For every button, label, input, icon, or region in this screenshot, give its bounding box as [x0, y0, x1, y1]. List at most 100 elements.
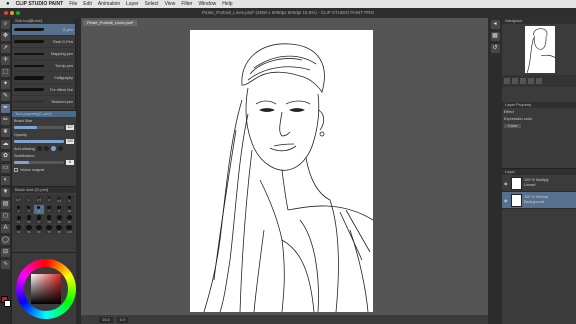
history-icon[interactable]: ↺: [490, 44, 500, 53]
menu-file[interactable]: File: [69, 1, 77, 7]
brush-size-preset[interactable]: 17: [34, 215, 44, 224]
zoom-tool-icon[interactable]: ⌕: [1, 20, 10, 29]
zoom-in-icon[interactable]: [504, 78, 510, 84]
menu-help[interactable]: Help: [222, 1, 232, 7]
airbrush-tool-icon[interactable]: ☁: [1, 140, 10, 149]
subtool-item-mapping-pen[interactable]: Mapping pen: [12, 48, 75, 60]
brush-size-preset[interactable]: 2: [44, 195, 54, 204]
subtool-item-turnip-pen[interactable]: Turnip pen: [12, 60, 75, 72]
balloon-tool-icon[interactable]: ◯: [1, 236, 10, 245]
brush-tool-icon[interactable]: ❦: [1, 128, 10, 137]
brush-size-preset[interactable]: 100: [64, 225, 74, 234]
opacity-slider[interactable]: [14, 140, 64, 143]
subtool-item-textured-pen[interactable]: Textured pen: [12, 96, 75, 108]
zoom-window-button[interactable]: [16, 11, 20, 15]
flip-icon[interactable]: [536, 78, 542, 84]
brush-size-preset[interactable]: 20: [44, 215, 54, 224]
canvas-area[interactable]: Pirate_Portrait_Lines.psd* 15.5 0.0: [81, 18, 488, 324]
brush-size-preset[interactable]: 0.7: [14, 195, 24, 204]
brush-size-label: 17: [37, 219, 41, 224]
window-titlebar: Pirate_Portrait_Lines.psd* (4500 x 6000p…: [0, 8, 576, 18]
stabilization-value[interactable]: 8: [66, 160, 74, 165]
sub-color-swatch[interactable]: [4, 300, 11, 307]
menu-animation[interactable]: Animation: [98, 1, 120, 7]
brush-size-preset[interactable]: 10: [64, 205, 74, 214]
zoom-value[interactable]: 15.5: [99, 316, 113, 323]
subtool-item-g-pen[interactable]: G-pen: [12, 24, 75, 36]
brush-size-preset[interactable]: 4: [14, 205, 24, 214]
antialiasing-option[interactable]: [50, 146, 56, 151]
operation-tool-icon[interactable]: ➚: [1, 44, 10, 53]
apple-icon[interactable]: ●: [6, 1, 10, 7]
rotate-icon[interactable]: [528, 78, 534, 84]
eye-icon[interactable]: ◉: [504, 198, 509, 203]
brush-size-preset[interactable]: 15: [24, 215, 34, 224]
blend-tool-icon[interactable]: ◐: [1, 176, 10, 185]
minimize-window-button[interactable]: [10, 11, 14, 15]
navigator-thumbnail[interactable]: [525, 26, 555, 73]
panel-collapse-icon[interactable]: ◂: [490, 20, 500, 29]
brush-size-preset[interactable]: 40: [14, 225, 24, 234]
brush-size-preset[interactable]: 80: [54, 225, 64, 234]
expression-color-select[interactable]: Color: [504, 123, 522, 128]
figure-tool-icon[interactable]: ◻: [1, 212, 10, 221]
brush-size-preset[interactable]: 8: [54, 205, 64, 214]
menu-edit[interactable]: Edit: [83, 1, 92, 7]
move-layer-tool-icon[interactable]: ✛: [1, 56, 10, 65]
brush-size-preset[interactable]: 30: [64, 215, 74, 224]
brush-size-preset[interactable]: 25: [54, 215, 64, 224]
canvas-paper[interactable]: [190, 30, 373, 312]
menu-view[interactable]: View: [165, 1, 176, 7]
canvas-tab[interactable]: Pirate_Portrait_Lines.psd*: [83, 20, 138, 26]
fill-tool-icon[interactable]: ▼: [1, 188, 10, 197]
fit-icon[interactable]: [520, 78, 526, 84]
selection-tool-icon[interactable]: ⬚: [1, 68, 10, 77]
antialiasing-option[interactable]: [36, 146, 42, 151]
subtool-item-real-g-pen[interactable]: Real G-Pen: [12, 36, 75, 48]
brush-size-preset[interactable]: 1.5: [34, 195, 44, 204]
layer-row-background[interactable]: ◉ 100 % Normal Background: [502, 192, 576, 209]
brush-size-preset[interactable]: 50: [24, 225, 34, 234]
brush-size-slider[interactable]: [14, 126, 64, 129]
brush-size-preset[interactable]: 7: [44, 205, 54, 214]
brush-size-preset[interactable]: 6: [34, 205, 44, 214]
eye-icon[interactable]: ◉: [504, 181, 509, 186]
menu-filter[interactable]: Filter: [181, 1, 192, 7]
stabilization-slider[interactable]: [14, 161, 64, 164]
subtool-item-calligraphy[interactable]: Calligraphy: [12, 72, 75, 84]
move-tool-icon[interactable]: ✥: [1, 32, 10, 41]
app-menu[interactable]: CLIP STUDIO PAINT: [16, 1, 64, 7]
ruler-tool-icon[interactable]: ⊟: [1, 248, 10, 257]
brush-size-preset[interactable]: 5: [24, 205, 34, 214]
vector-magnet-checkbox[interactable]: [14, 167, 18, 172]
correct-line-tool-icon[interactable]: ∿: [1, 260, 10, 269]
brush-size-preset[interactable]: 1: [24, 195, 34, 204]
auto-select-tool-icon[interactable]: ✦: [1, 80, 10, 89]
antialiasing-option[interactable]: [43, 146, 49, 151]
opacity-value[interactable]: 100: [66, 139, 74, 144]
eraser-tool-icon[interactable]: ▭: [1, 164, 10, 173]
menu-layer[interactable]: Layer: [126, 1, 139, 7]
material-icon[interactable]: ▦: [490, 32, 500, 41]
saturation-value-square[interactable]: [31, 274, 61, 304]
gradient-tool-icon[interactable]: ▤: [1, 200, 10, 209]
text-tool-icon[interactable]: A: [1, 224, 10, 233]
menu-window[interactable]: Window: [198, 1, 216, 7]
pencil-tool-icon[interactable]: ✏: [1, 116, 10, 125]
brush-size-preset[interactable]: 60: [34, 225, 44, 234]
brush-size-preset[interactable]: 2.5: [54, 195, 64, 204]
brush-size-preset[interactable]: 3: [64, 195, 74, 204]
close-window-button[interactable]: [4, 11, 8, 15]
subtool-item-effect-line[interactable]: For effect line: [12, 84, 75, 96]
brush-size-preset[interactable]: 12: [14, 215, 24, 224]
zoom-out-icon[interactable]: [512, 78, 518, 84]
rotation-value[interactable]: 0.0: [116, 316, 129, 323]
eyedropper-tool-icon[interactable]: ✎: [1, 92, 10, 101]
antialiasing-option[interactable]: [57, 146, 63, 151]
menu-select[interactable]: Select: [145, 1, 159, 7]
decoration-tool-icon[interactable]: ✿: [1, 152, 10, 161]
brush-size-value[interactable]: 6.0: [66, 125, 74, 130]
brush-size-preset[interactable]: 70: [44, 225, 54, 234]
layer-row-lineart[interactable]: ◉ 100 % Multiply Lineart: [502, 175, 576, 192]
pen-tool-icon[interactable]: ✒: [1, 104, 10, 113]
